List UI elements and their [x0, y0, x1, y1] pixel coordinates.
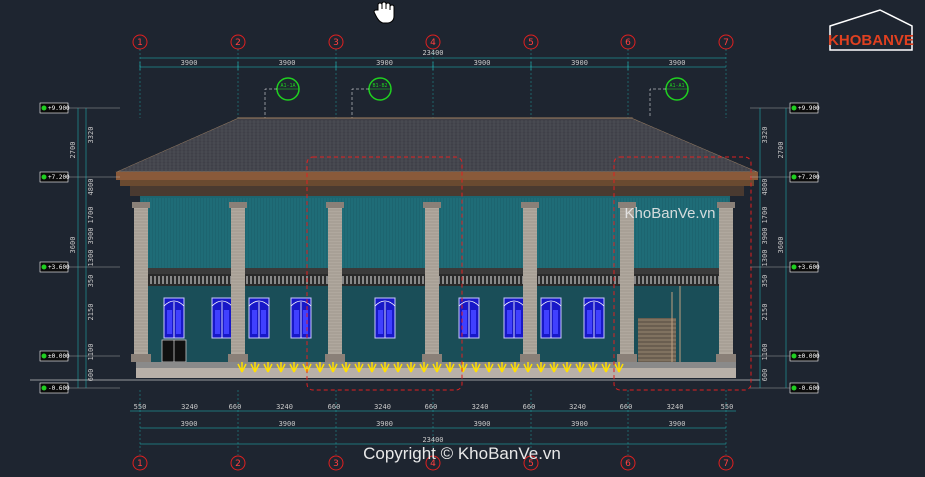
- bottom-span-dim: 3240: [472, 403, 489, 411]
- top-span-dim: 3900: [181, 59, 198, 67]
- grid-label: 2: [235, 38, 241, 48]
- grid-label: 4: [430, 38, 436, 48]
- bottom-span-dim-b: 3900: [669, 420, 686, 428]
- vertical-dim: 600: [87, 369, 95, 382]
- bottom-span-dim: 660: [523, 403, 536, 411]
- level-label: -0.600: [48, 385, 70, 392]
- grid-label: 1: [137, 459, 143, 469]
- grid-label: 7: [723, 38, 729, 48]
- top-span-dim: 3900: [669, 59, 686, 67]
- column: [228, 202, 248, 362]
- column: [520, 202, 540, 362]
- door: [161, 339, 187, 363]
- vertical-dim: 1100: [761, 344, 769, 361]
- roof: [115, 117, 759, 196]
- bottom-span-dim: 3240: [569, 403, 586, 411]
- section-mark-3: A1-A1: [669, 83, 684, 89]
- level-label: ±0.000: [798, 353, 820, 360]
- bottom-span-dim-b: 3900: [279, 420, 296, 428]
- bottom-span-dim: 3240: [276, 403, 293, 411]
- bottom-span-dim: 3240: [374, 403, 391, 411]
- watermark-mid: KhoBanVe.vn: [625, 205, 716, 222]
- bottom-span-dim-b: 3900: [376, 420, 393, 428]
- vertical-dim: 1700: [87, 207, 95, 224]
- bottom-span-dim: 660: [229, 403, 242, 411]
- column: [131, 202, 151, 362]
- bottom-span-dim-b: 3900: [571, 420, 588, 428]
- elevation-drawing: 1234567 1234567 23400 3900 3900 3900 3900 39…: [0, 0, 925, 477]
- vertical-dim: 3900: [87, 228, 95, 245]
- grid-label: 6: [625, 459, 631, 469]
- vertical-dim: 3900: [761, 228, 769, 245]
- window: [540, 297, 562, 339]
- vertical-dim: 3320: [87, 127, 95, 144]
- level-label: ±0.000: [48, 353, 70, 360]
- vertical-dim: 1300: [87, 250, 95, 267]
- vertical-dim: 1100: [87, 344, 95, 361]
- bottom-span-dim: 550: [721, 403, 734, 411]
- vertical-dim: 3600: [777, 237, 785, 254]
- column: [325, 202, 345, 362]
- vertical-dim: 3320: [761, 127, 769, 144]
- level-label: +3.600: [48, 264, 70, 271]
- copyright-text: Copyright © KhoBanVe.vn: [363, 444, 561, 463]
- bottom-total-dim: 23400: [422, 436, 443, 444]
- vertical-dim: 350: [761, 275, 769, 288]
- level-label: +9.900: [48, 105, 70, 112]
- level-label: -0.600: [798, 385, 820, 392]
- top-span-dim: 3900: [571, 59, 588, 67]
- top-span-dim: 3900: [474, 59, 491, 67]
- level-label: +9.900: [798, 105, 820, 112]
- vertical-dim: 4800: [87, 179, 95, 196]
- window: [211, 297, 233, 339]
- grid-label: 3: [333, 459, 339, 469]
- bottom-span-dim: 550: [134, 403, 147, 411]
- plinth: [30, 362, 760, 381]
- window: [163, 297, 185, 339]
- top-span-dim: 3900: [376, 59, 393, 67]
- grid-label: 7: [723, 459, 729, 469]
- window: [290, 297, 312, 339]
- window: [583, 297, 605, 339]
- bottom-span-dim: 660: [620, 403, 633, 411]
- vertical-dim: 3600: [69, 237, 77, 254]
- grid-label: 1: [137, 38, 143, 48]
- level-label: +3.600: [798, 264, 820, 271]
- vertical-dim: 4800: [761, 179, 769, 196]
- column: [422, 202, 442, 362]
- vertical-dim: 600: [761, 369, 769, 382]
- bottom-span-dim: 3240: [667, 403, 684, 411]
- section-mark-1: A1-1A: [280, 83, 295, 89]
- level-label: +7.200: [48, 174, 70, 181]
- grid-label: 6: [625, 38, 631, 48]
- column: [716, 202, 736, 362]
- grid-label: 3: [333, 38, 339, 48]
- grid-label: 2: [235, 459, 241, 469]
- bottom-span-dim: 3240: [181, 403, 198, 411]
- window: [248, 297, 270, 339]
- window: [503, 297, 525, 339]
- bottom-span-dim-b: 3900: [181, 420, 198, 428]
- bottom-span-dim-b: 3900: [474, 420, 491, 428]
- bottom-span-dim: 660: [425, 403, 438, 411]
- vertical-dim: 2700: [69, 142, 77, 159]
- vertical-dim: 2700: [777, 142, 785, 159]
- vertical-dim: 1300: [761, 250, 769, 267]
- vertical-dim: 2150: [87, 304, 95, 321]
- vertical-dim: 2150: [761, 304, 769, 321]
- column: [617, 202, 637, 362]
- window: [458, 297, 480, 339]
- window: [374, 297, 396, 339]
- bottom-span-dim: 660: [328, 403, 341, 411]
- vertical-dim: 350: [87, 275, 95, 288]
- section-mark-2: B1-B2: [372, 83, 387, 89]
- level-label: +7.200: [798, 174, 820, 181]
- grid-label: 5: [528, 38, 534, 48]
- vertical-dim: 1700: [761, 207, 769, 224]
- top-span-dim: 3900: [279, 59, 296, 67]
- watermark-logo-text: KHOBANVE: [828, 32, 914, 49]
